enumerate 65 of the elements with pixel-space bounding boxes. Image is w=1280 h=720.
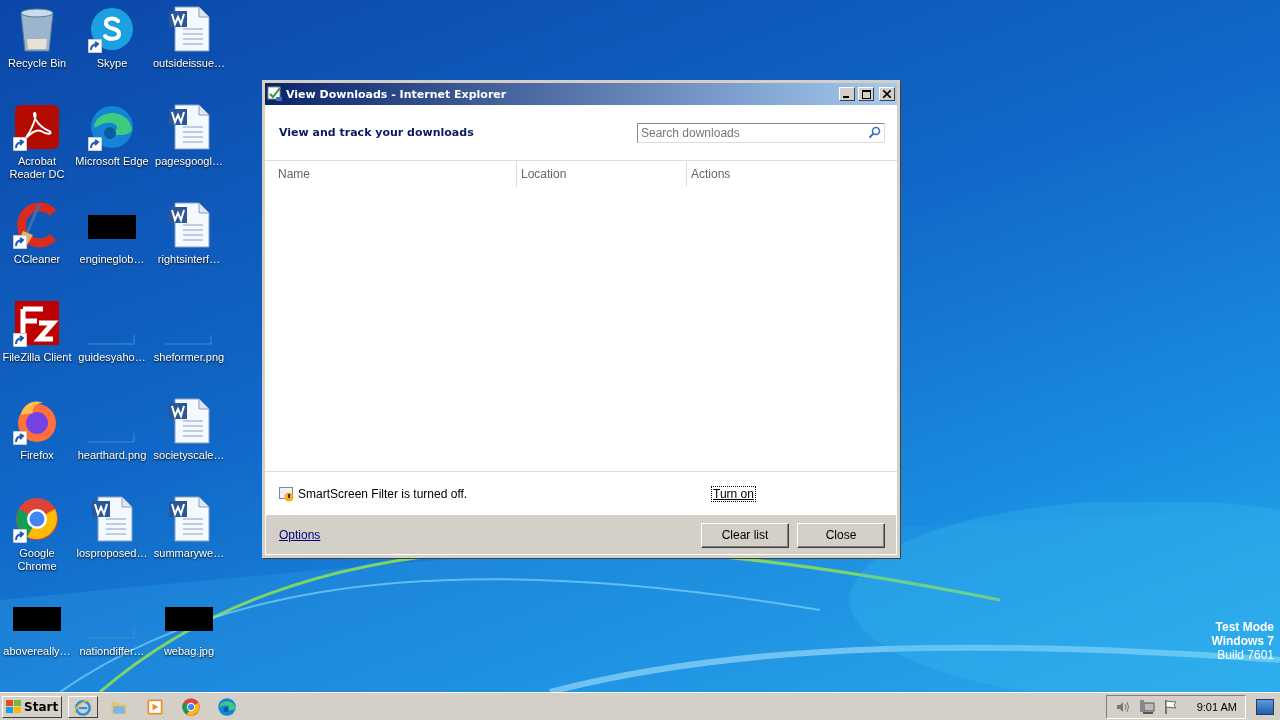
column-header[interactable]: Name: [265, 161, 517, 187]
options-link[interactable]: Options: [279, 528, 693, 542]
smartscreen-message: SmartScreen Filter is turned off.: [298, 486, 469, 501]
shield-warning-icon: [279, 485, 295, 502]
skype-icon[interactable]: [88, 5, 136, 53]
shortcut-arrow-icon: [13, 137, 27, 151]
desktop-icon-label[interactable]: losproposed…: [76, 547, 148, 560]
desktop-icon-label[interactable]: engineglob…: [79, 253, 145, 266]
acrobat-icon[interactable]: [13, 103, 61, 151]
desktop-icon-label[interactable]: sheformer.png: [153, 351, 225, 364]
desktop-icon-label[interactable]: webag.jpg: [163, 645, 215, 658]
desktop-icon-label[interactable]: Google Chrome: [0, 547, 74, 573]
desktop-icon-label[interactable]: FileZilla Client: [2, 351, 72, 364]
maximize-button[interactable]: [858, 87, 874, 101]
close-icon: [883, 90, 891, 98]
column-header[interactable]: Actions: [687, 161, 897, 187]
desktop-icon-label[interactable]: hearthard.png: [77, 449, 147, 462]
desktop-icon-label[interactable]: societyscale…: [153, 449, 225, 462]
chrome-icon[interactable]: [181, 696, 202, 717]
dialog-button[interactable]: Close: [797, 522, 885, 548]
shortcut-arrow-icon: [88, 39, 102, 53]
flag-icon[interactable]: [1162, 698, 1179, 715]
shortcut-arrow-icon: [13, 431, 27, 445]
downloads-heading: View and track your downloads: [279, 126, 474, 139]
shortcut-arrow-icon: [88, 137, 102, 151]
column-header[interactable]: Location: [517, 161, 687, 187]
taskbar-app-button[interactable]: [68, 695, 99, 718]
chrome-icon[interactable]: [13, 495, 61, 543]
desktop-icon-label[interactable]: nationdiffer…: [79, 645, 145, 658]
desktop-icon-label[interactable]: Microsoft Edge: [75, 155, 149, 168]
maximize-icon: [861, 89, 871, 99]
edge-icon[interactable]: [88, 103, 136, 151]
search-icon[interactable]: [868, 126, 881, 139]
dialog-button[interactable]: Clear list: [701, 522, 789, 548]
shortcut-arrow-icon: [13, 529, 27, 543]
desktop-icon-label[interactable]: outsideissue…: [152, 57, 226, 70]
window-title: View Downloads - Internet Explorer: [286, 87, 508, 101]
turn-on-link[interactable]: Turn on: [711, 485, 756, 502]
filezilla-icon[interactable]: [13, 299, 61, 347]
desktop-icon-label[interactable]: Firefox: [20, 449, 54, 462]
desktop-icon-label[interactable]: guidesyaho…: [78, 351, 146, 364]
desktop-icon-label[interactable]: abovereally…: [3, 645, 71, 658]
close-button[interactable]: [879, 87, 895, 101]
desktop-icon-label[interactable]: Recycle Bin: [7, 57, 67, 70]
search-field[interactable]: Search downloads: [637, 123, 885, 143]
system-info-text: Windows 7: [1211, 634, 1274, 648]
start-button[interactable]: Start: [2, 695, 63, 718]
desktop-icon-label[interactable]: Skype: [96, 57, 128, 70]
desktop-icon-label[interactable]: CCleaner: [13, 253, 61, 266]
edge-icon[interactable]: [217, 696, 238, 717]
system-info-text: Build 7601: [1217, 648, 1274, 662]
show-desktop-button[interactable]: [1256, 698, 1274, 715]
desktop-icon-label[interactable]: summarywe…: [153, 547, 225, 560]
desktop-icon-label[interactable]: rightsinterf…: [157, 253, 221, 266]
downloads-icon: [267, 86, 283, 102]
minimize-button[interactable]: [839, 87, 855, 101]
system-info-text: Test Mode: [1215, 620, 1274, 634]
network-icon[interactable]: [1138, 698, 1155, 715]
shortcut-arrow-icon: [13, 235, 27, 249]
clock[interactable]: 9:01 AM: [1196, 700, 1237, 713]
shortcut-arrow-icon: [13, 333, 27, 347]
ie-icon: [73, 696, 94, 717]
desktop-icon-label[interactable]: pagesgoogl…: [155, 155, 223, 168]
desktop-icon-label[interactable]: Acrobat Reader DC: [0, 155, 74, 181]
windows-logo-icon: [6, 699, 22, 714]
